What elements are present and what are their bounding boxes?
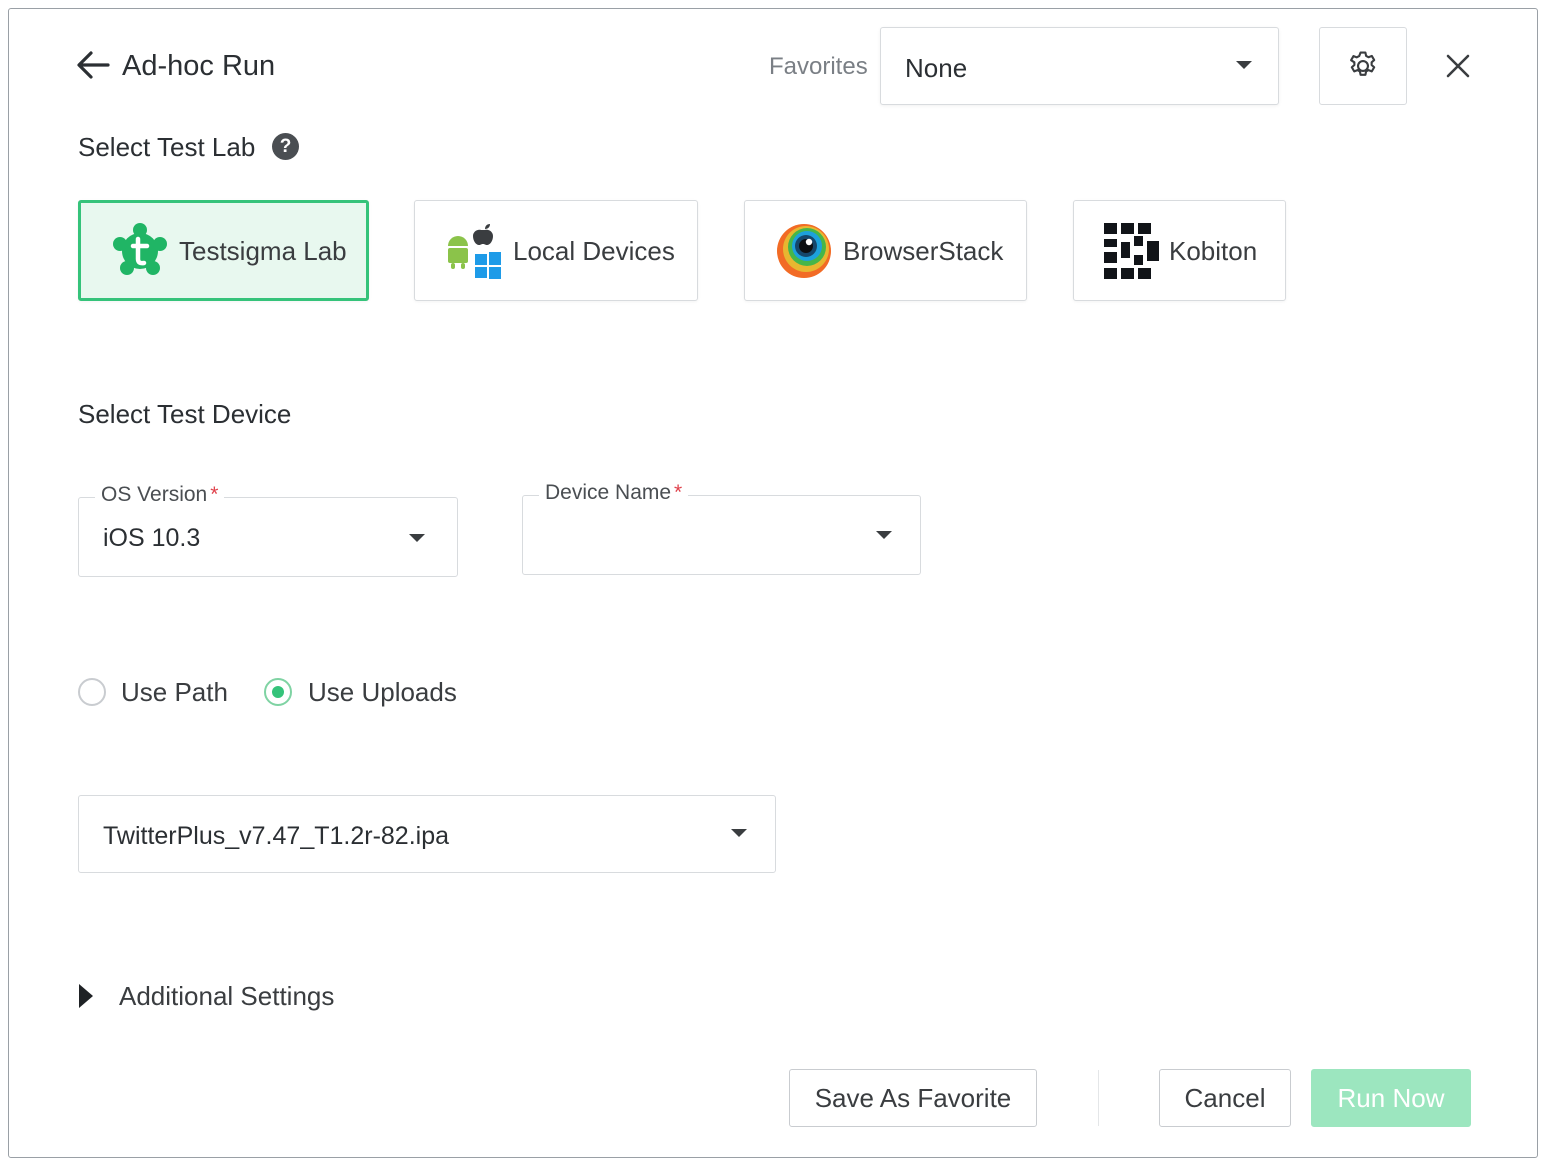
os-version-select[interactable]: OS Version * iOS 10.3: [78, 482, 458, 577]
favorites-value: None: [905, 53, 968, 83]
device-name-select[interactable]: Device Name *: [522, 480, 921, 575]
kobiton-logo-icon: [1104, 222, 1159, 279]
back-button[interactable]: [76, 48, 110, 82]
favorites-label: Favorites: [769, 53, 868, 80]
android-apple-windows-icon: [448, 223, 501, 279]
use-uploads-radio[interactable]: [264, 678, 292, 706]
close-button[interactable]: [1440, 48, 1476, 84]
use-path-radio[interactable]: [78, 678, 106, 706]
settings-button[interactable]: [1319, 27, 1407, 105]
favorites-select[interactable]: None: [880, 27, 1279, 105]
browserstack-logo-icon: [777, 223, 831, 278]
additional-settings-toggle[interactable]: Additional Settings: [119, 980, 334, 1012]
run-now-button[interactable]: Run Now: [1311, 1069, 1471, 1127]
select-test-lab-heading: Select Test Lab: [78, 132, 256, 162]
cancel-button[interactable]: Cancel: [1159, 1069, 1291, 1127]
question-circle-icon[interactable]: ?: [272, 133, 299, 160]
chevron-down-icon: [1236, 61, 1252, 69]
gear-icon: [1350, 51, 1376, 76]
lab-option-label: Local Devices: [513, 235, 675, 266]
lab-option-browserstack[interactable]: BrowserStack: [744, 200, 1027, 301]
lab-option-local-devices[interactable]: Local Devices: [414, 200, 698, 301]
divider: [1098, 1070, 1099, 1126]
lab-option-testsigma[interactable]: Testsigma Lab: [78, 200, 369, 301]
lab-option-label: BrowserStack: [843, 235, 1004, 266]
close-icon: [1446, 54, 1470, 78]
arrow-left-icon: [77, 51, 110, 79]
lab-option-label: Testsigma Lab: [179, 235, 347, 266]
upload-app-select[interactable]: TwitterPlus_v7.47_T1.2r-82.ipa: [78, 795, 776, 873]
save-as-favorite-button[interactable]: Save As Favorite: [789, 1069, 1037, 1127]
lab-option-kobiton[interactable]: Kobiton: [1073, 200, 1286, 301]
use-uploads-label[interactable]: Use Uploads: [308, 676, 457, 708]
lab-option-label: Kobiton: [1169, 235, 1258, 266]
page-title: Ad-hoc Run: [122, 50, 276, 82]
chevron-down-icon: [731, 829, 747, 837]
chevron-down-icon: [876, 531, 892, 539]
os-version-label: OS Version *: [95, 482, 225, 508]
os-version-value: iOS 10.3: [103, 524, 201, 552]
chevron-down-icon: [409, 534, 425, 542]
caret-right-icon[interactable]: [79, 984, 93, 1008]
testsigma-logo-icon: [113, 222, 167, 275]
upload-app-value: TwitterPlus_v7.47_T1.2r-82.ipa: [103, 822, 450, 850]
select-test-device-heading: Select Test Device: [78, 399, 292, 429]
use-path-label[interactable]: Use Path: [121, 676, 228, 708]
device-name-label: Device Name *: [539, 480, 689, 506]
